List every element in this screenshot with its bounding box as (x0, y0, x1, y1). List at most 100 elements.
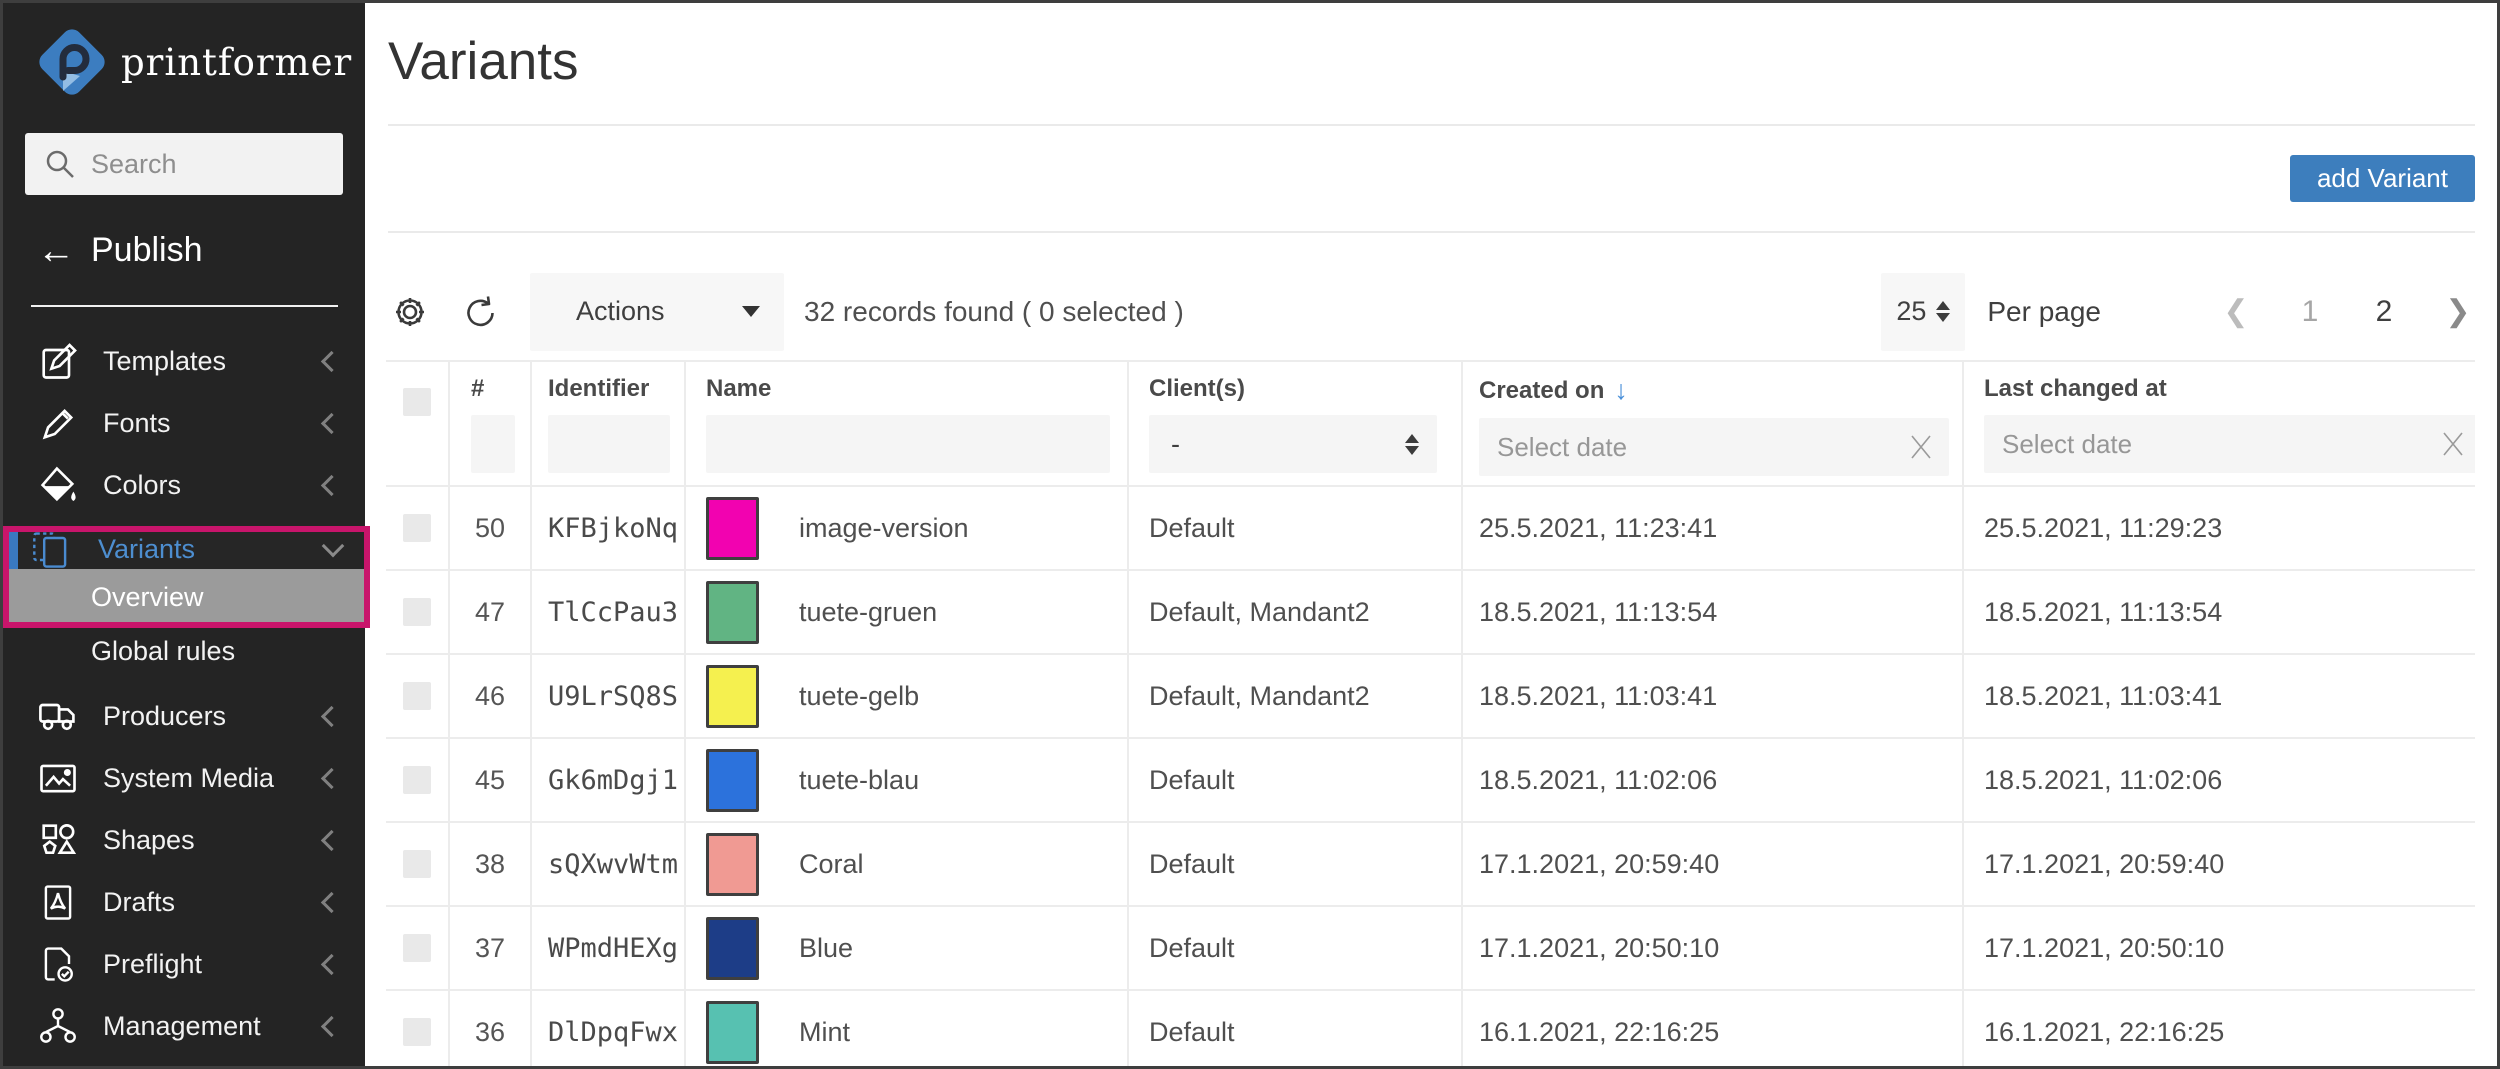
sidebar-item-shapes[interactable]: Shapes (3, 809, 365, 871)
table-body: 50 KFBjkoNq image-version Default 25.5.2… (386, 485, 2475, 1066)
header-created-on: Created on ↓ (1463, 362, 1964, 485)
dropdown-caret-icon (742, 306, 760, 317)
sidebar-subitem-overview[interactable]: Overview (3, 569, 365, 626)
actions-dropdown[interactable]: Actions (530, 273, 784, 351)
clear-date-icon[interactable] (1909, 433, 1933, 461)
row-clients: Default (1129, 487, 1463, 569)
settings-gear-icon[interactable] (388, 290, 432, 334)
name-filter-input[interactable] (706, 415, 1110, 473)
sidebar-item-fonts[interactable]: Fonts (3, 392, 365, 454)
table-row[interactable]: 50 KFBjkoNq image-version Default 25.5.2… (386, 485, 2475, 569)
row-checkbox[interactable] (403, 850, 431, 878)
printformer-logo[interactable]: printformer (33, 23, 352, 101)
page-number-1[interactable]: 1 (2293, 295, 2327, 329)
row-checkbox[interactable] (403, 598, 431, 626)
row-checkbox[interactable] (403, 514, 431, 542)
row-name: tuete-gruen (799, 597, 937, 628)
table-row[interactable]: 38 sQXwvWtm Coral Default 17.1.2021, 20:… (386, 821, 2475, 905)
divider (388, 231, 2475, 233)
header-clients: Client(s) - (1129, 362, 1463, 485)
row-checkbox[interactable] (403, 1018, 431, 1046)
drafts-icon (35, 879, 81, 925)
sidebar-item-management[interactable]: Management (3, 995, 365, 1057)
next-page-button[interactable]: ❯ (2441, 294, 2475, 329)
row-name: Blue (799, 933, 853, 964)
row-last-changed: 17.1.2021, 20:50:10 (1964, 907, 2475, 989)
identifier-filter-input[interactable] (548, 415, 670, 473)
row-clients: Default, Mandant2 (1129, 571, 1463, 653)
main-content: Variants add Variant Actions (365, 3, 2497, 1066)
changed-date-filter[interactable] (1984, 415, 2475, 473)
color-swatch (706, 581, 759, 644)
refresh-icon[interactable] (458, 290, 502, 334)
row-name: Coral (799, 849, 864, 880)
chevron-left-icon (321, 829, 342, 850)
chevron-left-icon (321, 350, 342, 371)
clear-date-icon[interactable] (2441, 430, 2465, 458)
sort-desc-icon[interactable]: ↓ (1614, 375, 1628, 406)
sidebar-item-system-media[interactable]: System Media (3, 747, 365, 809)
number-filter-input[interactable] (471, 415, 515, 473)
table-toolbar: Actions 32 records found ( 0 selected ) … (388, 263, 2475, 360)
row-number: 47 (450, 571, 532, 653)
select-stepper-icon (1405, 434, 1419, 455)
sidebar: printformer ← Publish Templates (3, 3, 365, 1066)
color-swatch (706, 497, 759, 560)
row-checkbox[interactable] (403, 934, 431, 962)
table-row[interactable]: 46 U9LrSQ8S tuete-gelb Default, Mandant2… (386, 653, 2475, 737)
row-number: 45 (450, 739, 532, 821)
search-input[interactable] (91, 149, 331, 180)
shapes-icon (35, 817, 81, 863)
header-number: # (450, 362, 532, 485)
clients-filter-select[interactable]: - (1149, 415, 1437, 473)
color-swatch (706, 749, 759, 812)
sidebar-item-drafts[interactable]: Drafts (3, 871, 365, 933)
header-name: Name (686, 362, 1129, 485)
table-row[interactable]: 45 Gk6mDgj1 tuete-blau Default 18.5.2021… (386, 737, 2475, 821)
table-row[interactable]: 36 DlDpqFwx Mint Default 16.1.2021, 22:1… (386, 989, 2475, 1066)
chevron-down-icon (322, 535, 345, 558)
templates-icon (35, 338, 81, 384)
sidebar-item-variants[interactable]: Variants (3, 529, 365, 569)
app-window: printformer ← Publish Templates (0, 0, 2500, 1069)
changed-date-input[interactable] (1986, 429, 2441, 460)
row-created-on: 17.1.2021, 20:59:40 (1463, 823, 1964, 905)
row-created-on: 16.1.2021, 22:16:25 (1463, 991, 1964, 1066)
prev-page-button[interactable]: ❮ (2219, 294, 2253, 329)
row-checkbox[interactable] (403, 766, 431, 794)
sidebar-item-templates[interactable]: Templates (3, 330, 365, 392)
row-created-on: 18.5.2021, 11:13:54 (1463, 571, 1964, 653)
sidebar-item-preflight[interactable]: Preflight (3, 933, 365, 995)
pagination: ❮ 1 2 ❯ (2179, 294, 2475, 329)
row-identifier: sQXwvWtm (532, 823, 686, 905)
chevron-left-icon (321, 412, 342, 433)
select-all-checkbox[interactable] (403, 388, 431, 416)
color-swatch (706, 917, 759, 980)
page-number-2[interactable]: 2 (2367, 295, 2401, 329)
color-swatch (706, 665, 759, 728)
header-checkbox-cell (386, 362, 450, 485)
back-to-publish[interactable]: ← Publish (37, 231, 203, 270)
sidebar-item-producers[interactable]: Producers (3, 685, 365, 747)
row-clients: Default (1129, 991, 1463, 1066)
row-identifier: WPmdHEXg (532, 907, 686, 989)
row-checkbox[interactable] (403, 682, 431, 710)
sidebar-item-colors[interactable]: Colors (3, 454, 365, 516)
table-row[interactable]: 37 WPmdHEXg Blue Default 17.1.2021, 20:5… (386, 905, 2475, 989)
row-clients: Default, Mandant2 (1129, 655, 1463, 737)
row-number: 37 (450, 907, 532, 989)
sidebar-search[interactable] (25, 133, 343, 195)
table-row[interactable]: 47 TlCcPau3 tuete-gruen Default, Mandant… (386, 569, 2475, 653)
created-date-filter[interactable] (1479, 418, 1949, 476)
row-identifier: Gk6mDgj1 (532, 739, 686, 821)
add-variant-button[interactable]: add Variant (2290, 155, 2475, 202)
sidebar-subitem-global-rules[interactable]: Global rules (3, 626, 365, 676)
sidebar-divider (31, 305, 338, 307)
row-last-changed: 17.1.2021, 20:59:40 (1964, 823, 2475, 905)
created-date-input[interactable] (1481, 432, 1909, 463)
row-number: 50 (450, 487, 532, 569)
row-name: Mint (799, 1017, 850, 1048)
row-clients: Default (1129, 739, 1463, 821)
active-item-indicator (8, 529, 18, 569)
per-page-select[interactable]: 25 (1881, 273, 1965, 351)
